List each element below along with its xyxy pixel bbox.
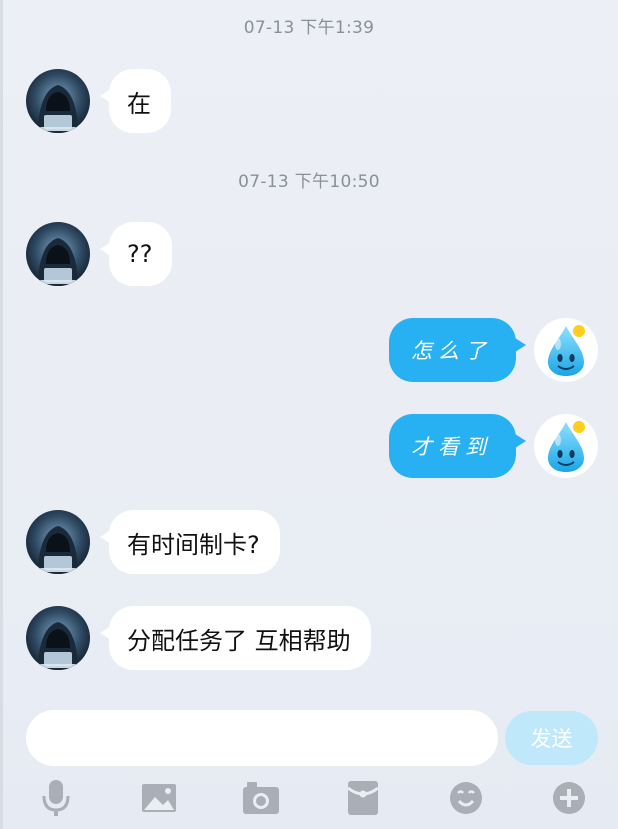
image-icon[interactable] <box>139 778 179 818</box>
message-input[interactable] <box>26 710 498 766</box>
avatar[interactable] <box>26 606 90 670</box>
message-bubble-sent[interactable]: 才看到 <box>389 414 526 478</box>
hooded-hacker-avatar-icon <box>26 606 90 670</box>
message-text: 怎么了 <box>411 339 492 363</box>
message-text: 才看到 <box>411 435 492 459</box>
send-button[interactable]: 发送 <box>505 711 598 765</box>
message-bubble-received[interactable]: 分配任务了 互相帮助 <box>100 606 371 670</box>
camera-icon[interactable] <box>241 778 281 818</box>
hooded-hacker-avatar-icon <box>26 69 90 133</box>
left-edge-divider <box>0 0 3 829</box>
my-avatar[interactable] <box>534 414 598 478</box>
my-avatar[interactable] <box>534 318 598 382</box>
chat-screen: 07-13 下午1:39 在 07-13 下午10:50 ?? 怎么了 才看到 … <box>0 0 618 829</box>
message-text: 在 <box>127 89 151 118</box>
red-packet-icon[interactable] <box>343 778 383 818</box>
message-text: ?? <box>127 240 153 268</box>
message-bubble-received[interactable]: 在 <box>100 69 171 133</box>
message-bubble-received[interactable]: 有时间制卡? <box>100 510 280 574</box>
microphone-icon[interactable] <box>36 778 76 818</box>
water-drop-avatar-icon <box>534 414 598 478</box>
hooded-hacker-avatar-icon <box>26 222 90 286</box>
message-text: 有时间制卡? <box>127 530 260 559</box>
emoji-icon[interactable] <box>446 778 486 818</box>
send-button-label: 发送 <box>530 727 573 751</box>
avatar[interactable] <box>26 222 90 286</box>
message-bubble-sent[interactable]: 怎么了 <box>389 318 526 382</box>
avatar[interactable] <box>26 69 90 133</box>
message-bubble-received[interactable]: ?? <box>99 222 173 286</box>
timestamp: 07-13 下午10:50 <box>238 172 380 192</box>
timestamp: 07-13 下午1:39 <box>243 18 375 38</box>
avatar[interactable] <box>26 510 90 574</box>
plus-icon[interactable] <box>549 778 589 818</box>
hooded-hacker-avatar-icon <box>26 510 90 574</box>
water-drop-avatar-icon <box>534 318 598 382</box>
message-text: 分配任务了 互相帮助 <box>127 626 351 655</box>
